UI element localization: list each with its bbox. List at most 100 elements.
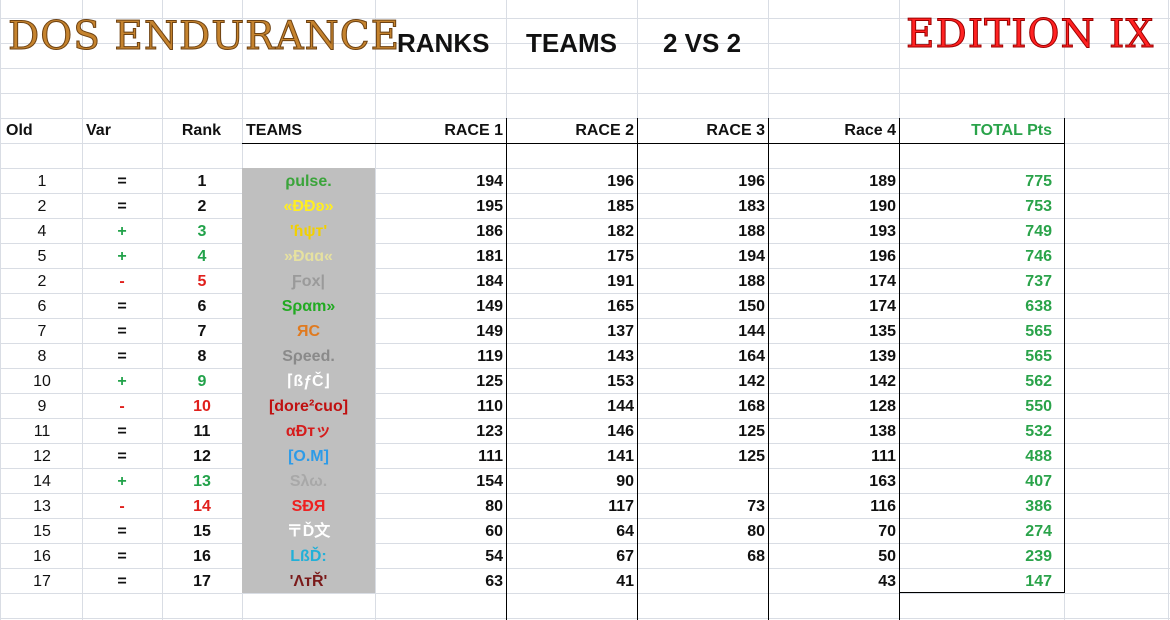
cell-race3[interactable]: 68 [639, 544, 765, 569]
cell-race2[interactable]: 90 [508, 469, 634, 494]
cell-team[interactable]: 'ΛтŘ' [242, 569, 375, 594]
cell-race2[interactable]: 137 [508, 319, 634, 344]
cell-team[interactable]: ρulse. [242, 169, 375, 194]
cell-team[interactable]: 〒Ď文 [242, 519, 375, 544]
cell-old[interactable]: 11 [0, 419, 84, 444]
cell-race3[interactable]: 194 [639, 244, 765, 269]
nav-2vs2[interactable]: 2 VS 2 [663, 26, 741, 60]
cell-race3[interactable]: 168 [639, 394, 765, 419]
cell-race2[interactable]: 117 [508, 494, 634, 519]
cell-old[interactable]: 6 [0, 294, 84, 319]
cell-race4[interactable]: 70 [770, 519, 896, 544]
cell-var[interactable]: - [82, 494, 162, 519]
cell-team[interactable]: Sλω. [242, 469, 375, 494]
cell-var[interactable]: + [82, 244, 162, 269]
cell-race3[interactable]: 80 [639, 519, 765, 544]
cell-total[interactable]: 749 [900, 219, 1052, 244]
cell-total[interactable]: 638 [900, 294, 1052, 319]
cell-race3[interactable]: 144 [639, 319, 765, 344]
cell-rank[interactable]: 6 [162, 294, 242, 319]
cell-race4[interactable]: 174 [770, 294, 896, 319]
cell-race2[interactable]: 41 [508, 569, 634, 594]
cell-var[interactable]: - [82, 394, 162, 419]
cell-old[interactable]: 8 [0, 344, 84, 369]
cell-race2[interactable]: 165 [508, 294, 634, 319]
cell-team[interactable]: ЯC [242, 319, 375, 344]
cell-rank[interactable]: 3 [162, 219, 242, 244]
cell-team[interactable]: Sραm» [242, 294, 375, 319]
cell-team[interactable]: »Ðɑɑ« [242, 244, 375, 269]
cell-race1[interactable]: 60 [377, 519, 503, 544]
cell-race3[interactable]: 150 [639, 294, 765, 319]
cell-total[interactable]: 775 [900, 169, 1052, 194]
cell-race3[interactable]: 188 [639, 269, 765, 294]
cell-race2[interactable]: 141 [508, 444, 634, 469]
cell-rank[interactable]: 10 [162, 394, 242, 419]
cell-team[interactable]: Sρeed. [242, 344, 375, 369]
cell-total[interactable]: 562 [900, 369, 1052, 394]
cell-race3[interactable]: 125 [639, 444, 765, 469]
cell-total[interactable]: 386 [900, 494, 1052, 519]
cell-race3[interactable] [639, 569, 765, 594]
cell-race3[interactable]: 188 [639, 219, 765, 244]
cell-race4[interactable]: 138 [770, 419, 896, 444]
cell-race1[interactable]: 194 [377, 169, 503, 194]
cell-race4[interactable]: 189 [770, 169, 896, 194]
cell-var[interactable]: = [82, 319, 162, 344]
cell-var[interactable]: - [82, 269, 162, 294]
cell-team[interactable]: ⌈ßƒČ⌋ [242, 369, 375, 394]
cell-race1[interactable]: 123 [377, 419, 503, 444]
cell-race1[interactable]: 184 [377, 269, 503, 294]
cell-team[interactable]: Ƒox| [242, 269, 375, 294]
cell-team[interactable]: LßĎ: [242, 544, 375, 569]
cell-race1[interactable]: 110 [377, 394, 503, 419]
cell-rank[interactable]: 17 [162, 569, 242, 594]
cell-rank[interactable]: 14 [162, 494, 242, 519]
cell-race2[interactable]: 143 [508, 344, 634, 369]
cell-old[interactable]: 9 [0, 394, 84, 419]
cell-old[interactable]: 5 [0, 244, 84, 269]
cell-old[interactable]: 1 [0, 169, 84, 194]
cell-race3[interactable]: 183 [639, 194, 765, 219]
cell-var[interactable]: + [82, 469, 162, 494]
cell-old[interactable]: 4 [0, 219, 84, 244]
cell-var[interactable]: = [82, 444, 162, 469]
cell-team[interactable]: 'ɦψт' [242, 219, 375, 244]
cell-var[interactable]: = [82, 419, 162, 444]
cell-old[interactable]: 13 [0, 494, 84, 519]
cell-race3[interactable] [639, 469, 765, 494]
cell-total[interactable]: 239 [900, 544, 1052, 569]
cell-rank[interactable]: 16 [162, 544, 242, 569]
cell-rank[interactable]: 4 [162, 244, 242, 269]
cell-total[interactable]: 532 [900, 419, 1052, 444]
cell-race2[interactable]: 153 [508, 369, 634, 394]
cell-var[interactable]: = [82, 569, 162, 594]
cell-old[interactable]: 15 [0, 519, 84, 544]
cell-rank[interactable]: 2 [162, 194, 242, 219]
cell-rank[interactable]: 12 [162, 444, 242, 469]
cell-rank[interactable]: 7 [162, 319, 242, 344]
cell-team[interactable]: SÐЯ [242, 494, 375, 519]
cell-race1[interactable]: 111 [377, 444, 503, 469]
cell-race1[interactable]: 119 [377, 344, 503, 369]
cell-total[interactable]: 488 [900, 444, 1052, 469]
cell-race4[interactable]: 139 [770, 344, 896, 369]
cell-race2[interactable]: 191 [508, 269, 634, 294]
cell-race2[interactable]: 182 [508, 219, 634, 244]
cell-race4[interactable]: 111 [770, 444, 896, 469]
cell-var[interactable]: + [82, 369, 162, 394]
cell-old[interactable]: 12 [0, 444, 84, 469]
cell-race4[interactable]: 163 [770, 469, 896, 494]
cell-race2[interactable]: 196 [508, 169, 634, 194]
cell-race1[interactable]: 186 [377, 219, 503, 244]
cell-total[interactable]: 565 [900, 344, 1052, 369]
cell-race2[interactable]: 144 [508, 394, 634, 419]
nav-teams[interactable]: TEAMS [526, 26, 617, 60]
cell-race1[interactable]: 154 [377, 469, 503, 494]
cell-race4[interactable]: 116 [770, 494, 896, 519]
cell-race4[interactable]: 50 [770, 544, 896, 569]
cell-race4[interactable]: 193 [770, 219, 896, 244]
cell-var[interactable]: = [82, 194, 162, 219]
cell-old[interactable]: 10 [0, 369, 84, 394]
nav-ranks[interactable]: RANKS [397, 26, 489, 60]
